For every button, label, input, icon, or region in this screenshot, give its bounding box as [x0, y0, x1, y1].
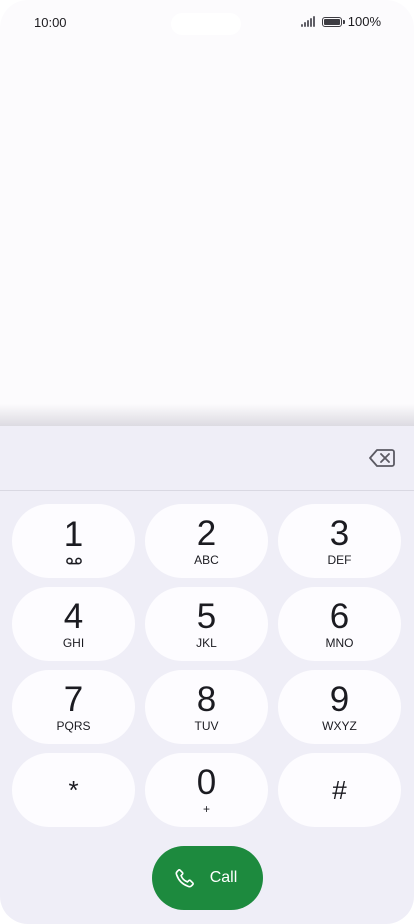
backspace-icon — [369, 449, 395, 467]
key-digit: 4 — [63, 596, 84, 636]
key-letters: DEF — [327, 552, 352, 567]
key-digit: 8 — [196, 679, 217, 719]
status-time: 10:00 — [34, 15, 67, 30]
key-letters: MNO — [325, 635, 354, 650]
dialpad-sheet: 1 2 ABC 3 DEF 4 GHI 5 JKL 6 MNO 7 PQRS 8… — [0, 426, 414, 924]
call-label: Call — [209, 869, 238, 886]
camera-cutout — [171, 13, 241, 35]
key-7[interactable]: 7 PQRS — [12, 670, 135, 744]
dialed-number-field[interactable] — [0, 426, 414, 491]
key-hash[interactable]: # — [278, 753, 401, 827]
key-5[interactable]: 5 JKL — [145, 587, 268, 661]
key-letters: PQRS — [56, 718, 91, 733]
key-letters: JKL — [196, 635, 217, 650]
key-letters: GHI — [62, 635, 85, 650]
key-8[interactable]: 8 TUV — [145, 670, 268, 744]
key-digit: 6 — [329, 596, 350, 636]
battery-icon — [321, 16, 345, 27]
key-digit: * — [68, 775, 79, 805]
status-bar: 10:00 100% — [0, 0, 414, 46]
sheet-shadow — [0, 404, 414, 428]
key-1[interactable]: 1 — [12, 504, 135, 578]
battery-percent: 100% — [347, 14, 381, 29]
key-6[interactable]: 6 MNO — [278, 587, 401, 661]
call-button[interactable]: Call — [152, 846, 263, 910]
key-digit: 1 — [63, 514, 84, 554]
key-9[interactable]: 9 WXYZ — [278, 670, 401, 744]
key-letters: WXYZ — [322, 718, 357, 733]
status-icons: 100% — [300, 14, 381, 29]
key-0[interactable]: 0 + — [145, 753, 268, 827]
key-digit: # — [332, 775, 347, 805]
key-4[interactable]: 4 GHI — [12, 587, 135, 661]
signal-icon — [300, 16, 315, 27]
key-digit: 5 — [196, 596, 217, 636]
backspace-button[interactable] — [368, 446, 396, 470]
key-digit: 3 — [329, 513, 350, 553]
key-star[interactable]: * — [12, 753, 135, 827]
key-letters: ABC — [194, 552, 219, 567]
key-letters: + — [202, 801, 210, 816]
key-digit: 0 — [196, 762, 217, 802]
voicemail-icon — [65, 557, 82, 564]
key-3[interactable]: 3 DEF — [278, 504, 401, 578]
key-digit: 9 — [329, 679, 350, 719]
phone-icon — [175, 869, 194, 888]
phone-screen: 10:00 100% 1 2 ABC 3 DEF 4 GHI 5 JKL 6 M… — [0, 0, 414, 924]
dialpad-keys: 1 2 ABC 3 DEF 4 GHI 5 JKL 6 MNO 7 PQRS 8… — [12, 504, 402, 827]
key-digit: 2 — [196, 513, 217, 553]
key-letters: TUV — [194, 718, 219, 733]
key-2[interactable]: 2 ABC — [145, 504, 268, 578]
key-digit: 7 — [63, 679, 84, 719]
